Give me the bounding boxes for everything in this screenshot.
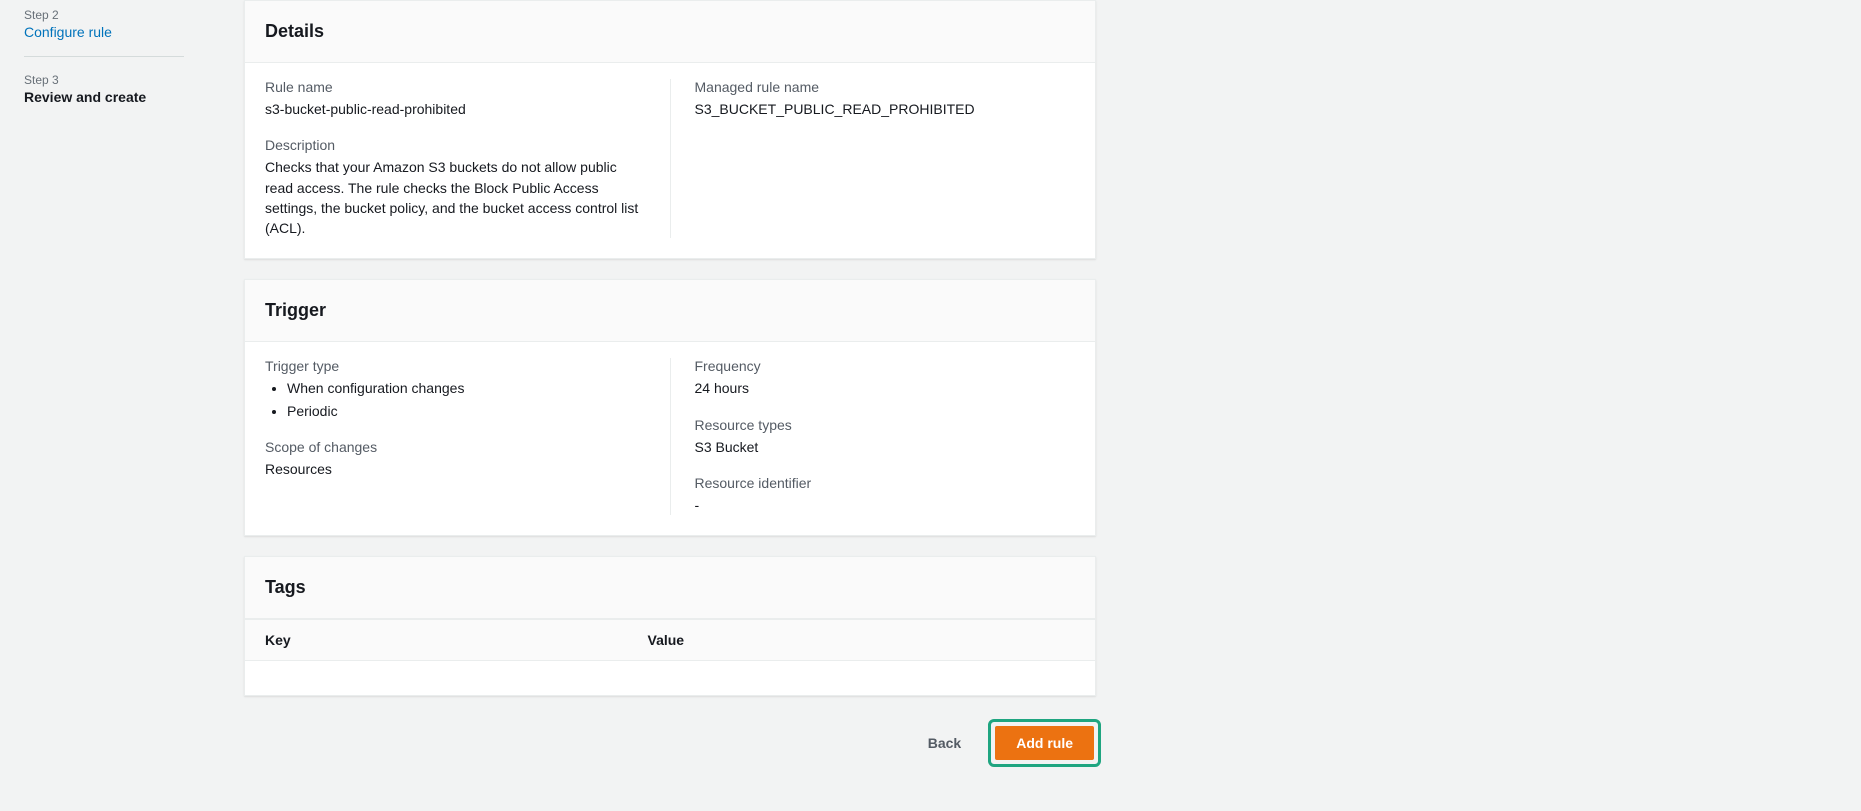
- step-3: Step 3 Review and create: [24, 73, 196, 121]
- back-button[interactable]: Back: [908, 724, 981, 762]
- scope-label: Scope of changes: [265, 439, 646, 455]
- tags-panel-body: Key Value: [245, 619, 1095, 695]
- trigger-panel-body: Trigger type When configuration changes …: [245, 342, 1095, 535]
- resource-types-label: Resource types: [695, 417, 1076, 433]
- tags-key-header: Key: [245, 620, 628, 661]
- tags-value-header: Value: [628, 620, 1096, 661]
- frequency-label: Frequency: [695, 358, 1076, 374]
- details-panel-body: Rule name s3-bucket-public-read-prohibit…: [245, 63, 1095, 258]
- add-rule-highlight: Add rule: [993, 724, 1096, 762]
- step-2[interactable]: Step 2 Configure rule: [24, 8, 196, 56]
- tags-panel: Tags Key Value: [244, 556, 1096, 696]
- tags-table: Key Value: [245, 619, 1095, 695]
- trigger-type-list: When configuration changes Periodic: [265, 378, 646, 421]
- add-rule-button[interactable]: Add rule: [995, 726, 1094, 760]
- details-heading: Details: [265, 21, 1075, 42]
- step-2-title[interactable]: Configure rule: [24, 24, 196, 56]
- trigger-panel-header: Trigger: [245, 280, 1095, 342]
- step-separator: [24, 56, 184, 57]
- tags-panel-header: Tags: [245, 557, 1095, 619]
- step-3-label: Step 3: [24, 73, 196, 87]
- trigger-panel: Trigger Trigger type When configuration …: [244, 279, 1096, 536]
- frequency-value: 24 hours: [695, 378, 1076, 398]
- trigger-type-item: Periodic: [287, 401, 646, 421]
- wizard-steps-sidebar: Step 2 Configure rule Step 3 Review and …: [0, 0, 220, 811]
- trigger-heading: Trigger: [265, 300, 1075, 321]
- details-col-right: Managed rule name S3_BUCKET_PUBLIC_READ_…: [670, 79, 1076, 238]
- trigger-type-value: When configuration changes Periodic: [265, 378, 646, 421]
- resource-identifier-value: -: [695, 495, 1076, 515]
- rule-name-value: s3-bucket-public-read-prohibited: [265, 99, 646, 119]
- tags-heading: Tags: [265, 577, 1075, 598]
- rule-name-label: Rule name: [265, 79, 646, 95]
- description-value: Checks that your Amazon S3 buckets do no…: [265, 157, 646, 238]
- description-label: Description: [265, 137, 646, 153]
- details-col-left: Rule name s3-bucket-public-read-prohibit…: [265, 79, 670, 238]
- wizard-actions: Back Add rule: [244, 716, 1096, 762]
- step-3-title: Review and create: [24, 89, 196, 121]
- trigger-type-label: Trigger type: [265, 358, 646, 374]
- managed-rule-name-label: Managed rule name: [695, 79, 1076, 95]
- resource-types-value: S3 Bucket: [695, 437, 1076, 457]
- trigger-col-right: Frequency 24 hours Resource types S3 Buc…: [670, 358, 1076, 515]
- details-panel-header: Details: [245, 1, 1095, 63]
- managed-rule-name-value: S3_BUCKET_PUBLIC_READ_PROHIBITED: [695, 99, 1076, 119]
- tags-empty-row: [245, 661, 1095, 695]
- trigger-col-left: Trigger type When configuration changes …: [265, 358, 670, 515]
- main-content: Details Rule name s3-bucket-public-read-…: [220, 0, 1120, 811]
- details-panel: Details Rule name s3-bucket-public-read-…: [244, 0, 1096, 259]
- scope-value: Resources: [265, 459, 646, 479]
- resource-identifier-label: Resource identifier: [695, 475, 1076, 491]
- step-2-label: Step 2: [24, 8, 196, 22]
- trigger-type-item: When configuration changes: [287, 378, 646, 398]
